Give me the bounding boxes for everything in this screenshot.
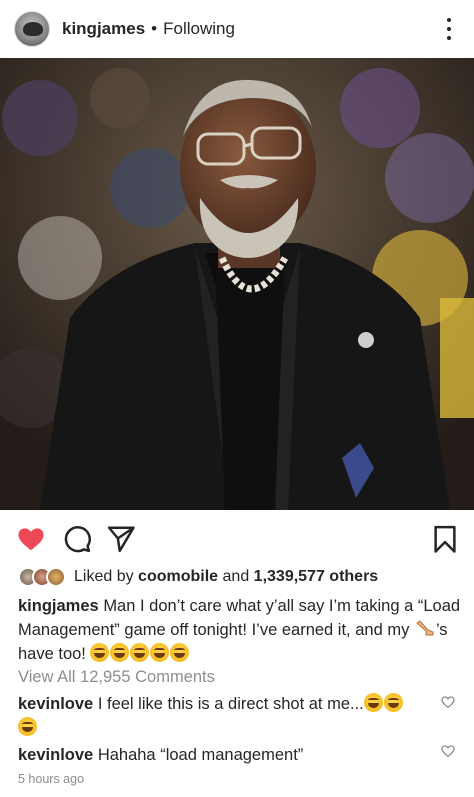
likes-and-label: and (222, 568, 250, 585)
heart-outline-icon[interactable] (440, 743, 456, 759)
caption-username[interactable]: kingjames (18, 597, 99, 615)
laughing-emoji-icon (18, 717, 38, 737)
post-username[interactable]: kingjames (62, 19, 145, 39)
more-vertical-icon[interactable] (446, 18, 452, 40)
liked-by-label: Liked by (74, 568, 134, 585)
following-button[interactable]: Following (163, 19, 235, 39)
post-timestamp: 5 hours ago (18, 772, 85, 786)
avatar[interactable] (14, 11, 50, 47)
comment-item: kevinlove I feel like this is a direct s… (18, 692, 438, 740)
heart-filled-icon[interactable] (16, 524, 46, 554)
comment-username[interactable]: kevinlove (18, 746, 93, 764)
likes-summary[interactable]: Liked by coomobile and 1,339,577 others (18, 566, 378, 588)
laughing-emoji-icon (363, 693, 404, 713)
comment-bubble-icon[interactable] (62, 524, 92, 554)
post-photo[interactable] (0, 58, 474, 510)
heart-outline-icon[interactable] (440, 694, 456, 710)
post-header: kingjames • Following (0, 0, 474, 58)
separator-dot: • (151, 19, 158, 38)
post-user-line: kingjames • Following (62, 19, 235, 39)
comment-text: I feel like this is a direct shot at me.… (97, 695, 364, 713)
likes-count[interactable]: 1,339,577 others (254, 568, 379, 586)
bookmark-icon[interactable] (430, 524, 460, 554)
post-action-bar (0, 514, 474, 560)
leg-emoji-icon (416, 620, 434, 636)
view-all-comments-link[interactable]: View All 12,955 Comments (18, 668, 215, 687)
send-paper-plane-icon[interactable] (106, 524, 136, 554)
liker-avatar (46, 567, 66, 587)
comment-username[interactable]: kevinlove (18, 695, 93, 713)
post-caption: kingjames Man I don’t care what y’all sa… (18, 594, 466, 666)
post-photo-illustration (0, 58, 474, 510)
liker-avatars (18, 567, 66, 587)
laughing-emoji-icon (90, 643, 190, 663)
liker-username[interactable]: coomobile (138, 568, 218, 586)
comment-item: kevinlove Hahaha “load management” (18, 743, 438, 767)
comment-text: Hahaha “load management” (97, 746, 304, 764)
